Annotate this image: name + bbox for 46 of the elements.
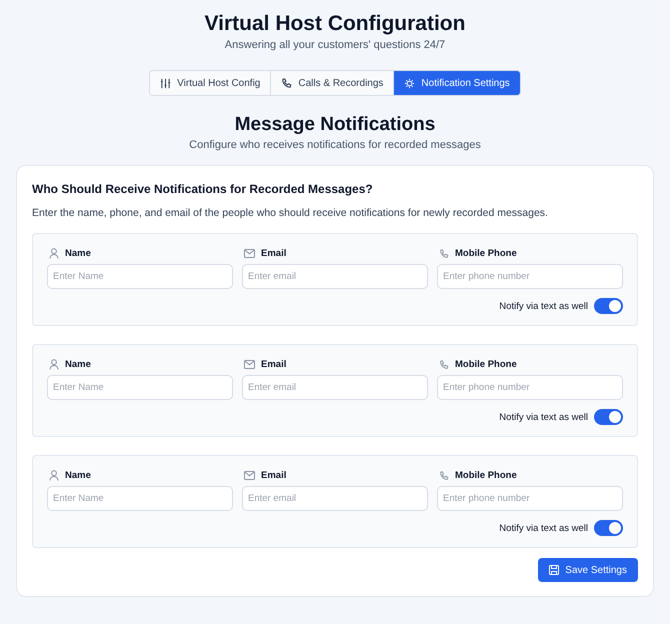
phone-icon [439, 248, 449, 258]
card-description: Enter the name, phone, and email of the people who should receive notifications for newly recorded messages. [32, 207, 549, 219]
input-field[interactable]: Enter email [242, 486, 428, 511]
input-field[interactable]: Enter Name [47, 264, 233, 289]
toggle-switch[interactable] [594, 520, 623, 536]
phone-icon [439, 360, 449, 370]
notify-label: Notify via text as well [499, 300, 588, 312]
card-title: Who Should Receive Notifications for Recorded Messages? [32, 182, 374, 196]
sliders-icon [160, 78, 172, 88]
page-title: Virtual Host Configuration [204, 11, 466, 37]
field-label: Name [65, 470, 91, 481]
field-label: Mobile Phone [455, 470, 517, 481]
tab[interactable]: Notification Settings [394, 71, 520, 95]
field-label: Email [261, 248, 286, 259]
input-field[interactable]: Enter email [242, 375, 428, 400]
field-label: Mobile Phone [455, 248, 517, 259]
notify-label: Notify via text as well [499, 522, 588, 534]
input-field[interactable]: Enter Name [47, 375, 233, 400]
tab[interactable]: Calls & Recordings [271, 71, 394, 95]
input-field[interactable]: Enter Name [47, 486, 233, 511]
section-subtitle: Configure who receives notifications for recorded messages [189, 139, 481, 151]
field-label: Name [65, 359, 91, 370]
section-title: Message Notifications [234, 113, 436, 137]
phone-icon [439, 470, 449, 480]
page-subtitle: Answering all your customers' questions 24/7 [224, 39, 446, 51]
save-icon [549, 565, 560, 575]
envelope-icon [244, 360, 255, 369]
phone-icon [281, 78, 292, 88]
notify-label: Notify via text as well [499, 412, 588, 422]
field-label: Email [261, 359, 286, 370]
toggle-switch[interactable] [594, 298, 623, 314]
input-field[interactable]: Enter phone number [437, 264, 623, 289]
envelope-icon [244, 249, 255, 258]
input-field[interactable]: Enter phone number [437, 486, 623, 511]
field-label: Mobile Phone [455, 359, 517, 370]
field-label: Email [261, 470, 286, 481]
save-button[interactable]: Save Settings [538, 558, 638, 582]
tab[interactable]: Virtual Host Config [150, 71, 272, 95]
toggle-switch[interactable] [594, 409, 623, 425]
person-icon [49, 470, 59, 481]
input-field[interactable]: Enter email [242, 264, 428, 289]
input-field[interactable]: Enter phone number [437, 375, 623, 400]
person-icon [49, 359, 59, 370]
field-label: Name [65, 248, 91, 259]
person-icon [49, 248, 59, 259]
envelope-icon [244, 471, 255, 480]
